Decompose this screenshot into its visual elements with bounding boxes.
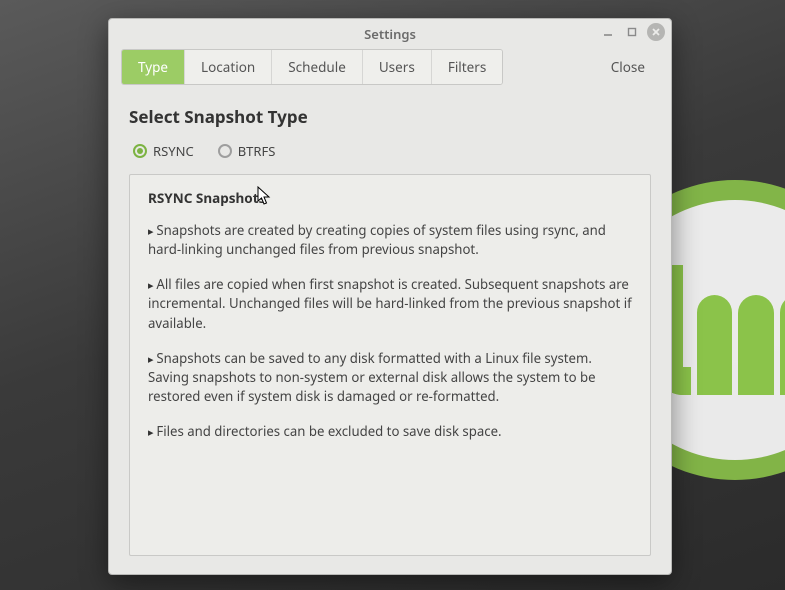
info-title: RSYNC Snapshots <box>148 189 632 207</box>
info-point: All files are copied when first snapshot… <box>148 275 632 332</box>
tab-filters[interactable]: Filters <box>432 50 503 84</box>
titlebar[interactable]: Settings <box>109 19 671 49</box>
tab-label: Schedule <box>288 58 346 76</box>
desktop-background: Settings Type Location Schedule Users Fi… <box>0 0 785 590</box>
info-point: Snapshots can be saved to any disk forma… <box>148 349 632 406</box>
tab-location[interactable]: Location <box>185 50 272 84</box>
tab-schedule[interactable]: Schedule <box>272 50 363 84</box>
radio-dot-icon <box>133 144 147 158</box>
settings-window: Settings Type Location Schedule Users Fi… <box>108 18 672 575</box>
tab-users[interactable]: Users <box>363 50 432 84</box>
window-close-button[interactable] <box>647 23 665 41</box>
window-title: Settings <box>364 25 416 43</box>
radio-label: RSYNC <box>153 142 194 160</box>
close-button-label: Close <box>611 58 645 76</box>
minimize-button[interactable] <box>599 23 617 41</box>
toolbar: Type Location Schedule Users Filters Clo… <box>109 49 671 91</box>
info-body: Snapshots are created by creating copies… <box>148 221 632 441</box>
radio-row: RSYNC BTRFS <box>129 142 651 160</box>
tab-label: Filters <box>448 58 487 76</box>
tab-label: Users <box>379 58 415 76</box>
info-point: Snapshots are created by creating copies… <box>148 221 632 259</box>
tab-type[interactable]: Type <box>122 50 185 84</box>
close-button[interactable]: Close <box>597 49 659 85</box>
maximize-button[interactable] <box>623 23 641 41</box>
section-title: Select Snapshot Type <box>129 105 651 128</box>
info-point: Files and directories can be excluded to… <box>148 422 632 441</box>
content-area: Select Snapshot Type RSYNC BTRFS RSYNC S… <box>109 91 671 574</box>
radio-rsync[interactable]: RSYNC <box>133 142 194 160</box>
info-box: RSYNC Snapshots Snapshots are created by… <box>129 174 651 556</box>
radio-label: BTRFS <box>238 142 276 160</box>
tab-label: Type <box>138 58 168 76</box>
radio-btrfs[interactable]: BTRFS <box>218 142 276 160</box>
radio-dot-icon <box>218 144 232 158</box>
tab-label: Location <box>201 58 255 76</box>
tab-group: Type Location Schedule Users Filters <box>121 49 503 85</box>
